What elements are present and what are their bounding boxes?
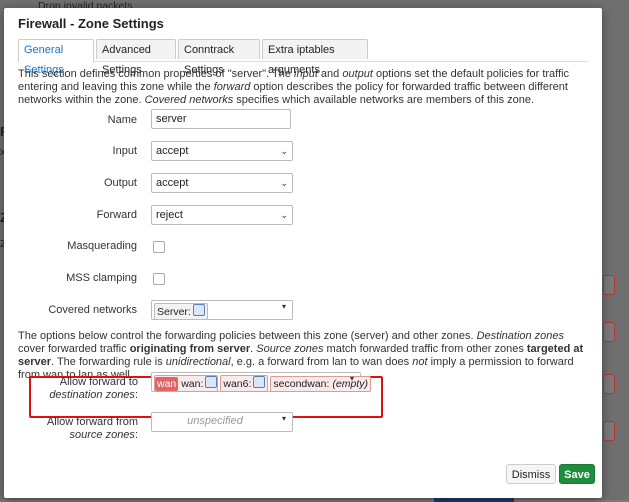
modal-title: Firewall - Zone Settings xyxy=(18,16,164,31)
input-policy-select[interactable]: accept ⌄ xyxy=(151,141,293,161)
mss-clamping-label: MSS clamping xyxy=(66,272,137,284)
allow-forward-from-label: Allow forward from source zones: xyxy=(46,416,138,441)
network-icon xyxy=(192,304,205,316)
zone-chip-wan6[interactable]: wan6: xyxy=(220,375,269,392)
background-button xyxy=(603,374,615,394)
chevron-down-icon: ⌄ xyxy=(280,210,288,220)
masquerading-label: Masquerading xyxy=(67,240,137,252)
dropdown-arrow-icon: ▾ xyxy=(349,374,354,383)
tab-general-settings[interactable]: General Settings xyxy=(18,39,94,76)
background-button xyxy=(603,421,615,441)
name-input[interactable]: server xyxy=(151,109,291,129)
chevron-down-icon: ⌄ xyxy=(280,178,288,188)
dropdown-arrow-icon: ▾ xyxy=(281,302,286,311)
network-icon xyxy=(205,376,218,388)
name-label: Name xyxy=(107,114,137,126)
allow-forward-to-label: Allow forward to destination zones: xyxy=(49,376,138,401)
save-button[interactable]: Save xyxy=(559,464,595,484)
source-zones-dropdown[interactable]: unspecified ▾ xyxy=(151,412,293,432)
zone-settings-modal: Firewall - Zone Settings General Setting… xyxy=(4,8,602,498)
covered-network-chip: Server: xyxy=(154,303,208,320)
network-icon xyxy=(253,376,266,388)
tab-bar: General Settings Advanced Settings Connt… xyxy=(18,39,588,76)
forward-policy-label: Forward xyxy=(96,209,137,221)
zone-chip-wan[interactable]: wan wan: xyxy=(154,375,219,392)
covered-networks-label: Covered networks xyxy=(48,304,137,316)
background-button xyxy=(603,275,615,295)
tab-extra-iptables-arguments[interactable]: Extra iptables arguments xyxy=(262,39,368,76)
zone-description: This section defines common properties o… xyxy=(18,68,570,106)
output-policy-label: Output xyxy=(103,177,137,189)
dismiss-button[interactable]: Dismiss xyxy=(506,464,556,484)
zone-chip-secondwan[interactable]: secondwan: (empty) xyxy=(270,376,371,392)
forward-policy-select[interactable]: reject ⌄ xyxy=(151,205,293,225)
background-button xyxy=(603,322,615,342)
source-zones-placeholder: unspecified xyxy=(187,415,243,427)
tab-conntrack-settings[interactable]: Conntrack Settings xyxy=(178,39,260,76)
input-policy-label: Input xyxy=(112,145,137,157)
destination-zone-chips: wan wan: wan6: secondwan: (empty) xyxy=(154,375,373,392)
covered-networks-dropdown[interactable]: Server: ▾ xyxy=(151,300,293,320)
chevron-down-icon: ⌄ xyxy=(280,146,288,156)
masquerading-checkbox[interactable] xyxy=(153,241,165,253)
destination-zones-dropdown[interactable]: wan wan: wan6: secondwan: (empty) ▾ xyxy=(151,372,371,392)
dropdown-arrow-icon: ▾ xyxy=(281,414,286,423)
output-policy-select[interactable]: accept ⌄ xyxy=(151,173,293,193)
tab-advanced-settings[interactable]: Advanced Settings xyxy=(96,39,176,76)
mss-clamping-checkbox[interactable] xyxy=(153,273,165,285)
